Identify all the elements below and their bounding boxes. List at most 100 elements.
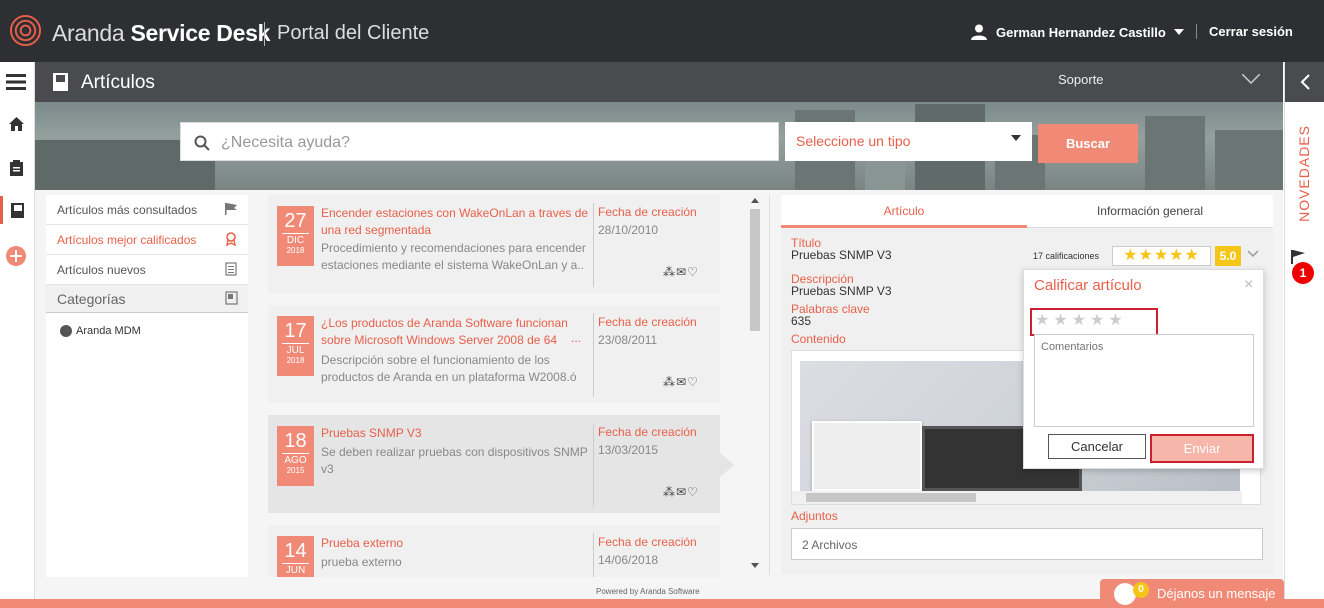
nav-most-viewed[interactable]: Artículos más consultados <box>46 195 248 225</box>
section-bar: Artículos Soporte <box>35 62 1283 102</box>
book-icon <box>225 291 238 305</box>
article-card[interactable]: 14 JUN Prueba externo prueba externo Fech… <box>268 525 720 577</box>
cancel-button[interactable]: Cancelar <box>1048 434 1146 459</box>
news-tab[interactable]: NOVEDADES <box>1296 125 1312 222</box>
article-title[interactable]: ¿Los productos de Aranda Software funcio… <box>321 315 591 349</box>
user-menu[interactable]: German Hernandez Castillo <box>970 24 1184 40</box>
user-name: German Hernandez Castillo <box>996 24 1166 40</box>
search-button[interactable]: Buscar <box>1038 124 1138 163</box>
article-card[interactable]: 17 JUL 2018 ¿Los productos de Aranda Softw… <box>268 305 720 403</box>
article-desc: Descripción sobre el funcionamiento de l… <box>321 353 577 384</box>
support-dropdown[interactable]: Soporte <box>1058 72 1104 87</box>
close-icon[interactable]: × <box>1244 276 1253 294</box>
date-label: Fecha de creación <box>598 205 697 219</box>
add-circle-icon[interactable] <box>0 242 32 270</box>
categories-header: Categorías <box>46 285 248 313</box>
article-card-selected[interactable]: 18 AGO 2015 Pruebas SNMP V3 Se deben reali… <box>268 415 720 513</box>
heart-icon: ♡ <box>687 375 699 389</box>
type-select[interactable]: Seleccione un tipo <box>785 122 1032 161</box>
award-icon <box>226 232 236 246</box>
article-title[interactable]: Pruebas SNMP V3 <box>321 425 591 442</box>
title-ellipsis: ... <box>571 331 582 345</box>
ratings-count: 17 calificaciones <box>1033 251 1100 261</box>
article-title[interactable]: Encender estaciones con WakeOnLan a trav… <box>321 205 591 239</box>
mail-icon: ✉ <box>676 485 688 499</box>
article-actions[interactable]: ⁂✉♡ <box>663 485 699 499</box>
home-icon[interactable] <box>0 110 32 138</box>
description-value: Pruebas SNMP V3 <box>791 284 892 298</box>
left-rail <box>0 62 35 608</box>
article-filter-nav: Artículos más consultados Artículos mejo… <box>46 195 248 577</box>
chevron-down-icon[interactable] <box>1242 74 1260 84</box>
comments-field[interactable] <box>1034 334 1254 427</box>
nav-best-rated[interactable]: Artículos mejor calificados <box>46 225 248 255</box>
date-value: 23/08/2011 <box>598 333 658 347</box>
submit-button[interactable]: Enviar <box>1150 434 1254 463</box>
section-title: Artículos <box>81 72 155 93</box>
caret-down-icon <box>1173 29 1184 35</box>
popup-title: Calificar artículo <box>1034 277 1142 294</box>
content-hscrollbar[interactable] <box>792 491 1242 504</box>
date-badge: 27 DIC 2018 <box>277 206 314 266</box>
heart-icon: ♡ <box>687 485 699 499</box>
scrollbar-thumb[interactable] <box>750 209 760 331</box>
clipboard-icon[interactable] <box>0 154 32 182</box>
article-actions[interactable]: ⁂✉♡ <box>663 375 699 389</box>
date-badge: 18 AGO 2015 <box>277 426 314 486</box>
document-icon <box>225 262 237 276</box>
message-count: 0 <box>1133 582 1149 598</box>
scrollbar-thumb[interactable] <box>806 493 976 502</box>
book-icon <box>53 73 68 91</box>
content-image-frame <box>812 421 922 491</box>
attachments-box[interactable]: 2 Archivos <box>791 528 1263 560</box>
scroll-down-icon <box>751 563 759 568</box>
article-list-scrollbar[interactable] <box>748 195 762 575</box>
article-desc: Procedimiento y recomendaciones para enc… <box>321 241 586 272</box>
brand-name: Aranda Service Desk <box>52 20 271 46</box>
caret-down-icon <box>1011 135 1021 141</box>
user-icon <box>971 24 987 40</box>
keywords-value: 635 <box>791 314 812 328</box>
date-label: Fecha de creación <box>598 315 697 329</box>
tab-general-info[interactable]: Información general <box>1027 195 1273 228</box>
top-bar: Aranda Service Desk Portal del Cliente G… <box>0 0 1324 62</box>
search-placeholder: ¿Necesita ayuda? <box>221 134 350 151</box>
title-value: Pruebas SNMP V3 <box>791 248 892 262</box>
mail-icon: ✉ <box>676 265 688 279</box>
attachments-value: 2 Archivos <box>802 538 858 552</box>
menu-icon[interactable] <box>0 68 32 96</box>
search-input[interactable]: ¿Necesita ayuda? <box>180 122 779 161</box>
heart-icon: ♡ <box>687 265 699 279</box>
detail-tabs: Artículo Información general <box>781 195 1273 228</box>
date-badge: 17 JUL 2018 <box>277 316 314 376</box>
portal-title: Portal del Cliente <box>264 22 429 46</box>
article-card[interactable]: 27 DIC 2018 Encender estaciones con WakeOn… <box>268 195 720 293</box>
category-dot-icon <box>60 325 72 337</box>
news-badge: 1 <box>1292 262 1314 284</box>
rating-input-stars[interactable]: ★★★★★ <box>1030 308 1158 336</box>
category-item[interactable]: Aranda MDM <box>60 325 141 337</box>
article-actions[interactable]: ⁂✉♡ <box>663 265 699 279</box>
date-badge: 14 JUN <box>277 536 314 577</box>
collapse-panel-button[interactable] <box>1285 62 1324 102</box>
share-icon: ⁂ <box>663 265 676 279</box>
rating-stars[interactable]: ★★★★★ <box>1112 246 1211 266</box>
scroll-up-icon <box>751 198 759 203</box>
powered-by: Powered by Aranda Software <box>596 587 700 596</box>
content-label: Contenido <box>791 332 846 346</box>
article-desc: Se deben realizar pruebas con dispositiv… <box>321 445 588 476</box>
rating-score: 5.0 <box>1215 246 1241 266</box>
logout-link[interactable]: Cerrar sesión <box>1196 24 1293 39</box>
nav-new-articles[interactable]: Artículos nuevos <box>46 255 248 285</box>
article-title[interactable]: Prueba externo <box>321 535 591 552</box>
book-icon[interactable] <box>0 196 32 224</box>
mail-icon: ✉ <box>676 375 688 389</box>
tab-article[interactable]: Artículo <box>781 195 1027 228</box>
article-desc: prueba externo <box>321 555 402 569</box>
rate-article-popup: Calificar artículo × ★★★★★ Cancelar Envi… <box>1023 269 1264 469</box>
chevron-down-icon[interactable] <box>1247 250 1259 258</box>
selected-pointer <box>720 453 734 477</box>
search-icon <box>194 135 210 151</box>
leave-message-button[interactable]: 0 Déjanos un mensaje <box>1100 579 1284 608</box>
type-select-value: Seleccione un tipo <box>796 133 911 149</box>
